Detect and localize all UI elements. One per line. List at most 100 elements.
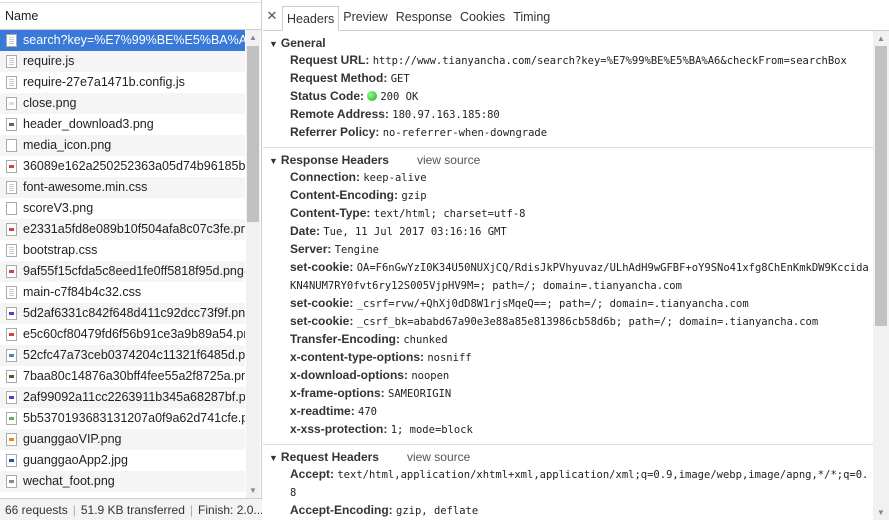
header-name: set-cookie:	[290, 296, 354, 310]
header-name: Content-Encoding:	[290, 188, 398, 202]
header-value: gzip	[401, 190, 427, 202]
triangle-down-icon[interactable]: ▼	[269, 39, 278, 49]
request-row[interactable]: 7baa80c14876a30bff4fee55a2f8725a.png.	[0, 366, 245, 387]
header-name: Connection:	[290, 170, 360, 184]
request-name: e5c60cf80479fd6f56b91ce3a9b89a54.png	[23, 327, 245, 341]
tab-response[interactable]: Response	[392, 5, 456, 30]
tab-timing[interactable]: Timing	[509, 5, 554, 30]
header-name: Request URL:	[290, 53, 370, 67]
header-name: Transfer-Encoding:	[290, 332, 401, 346]
header-name: Remote Address:	[290, 107, 389, 121]
header-value: noopen	[411, 370, 450, 382]
header-name: Content-Type:	[290, 206, 371, 220]
close-icon[interactable]: ✕	[263, 8, 281, 30]
header-name: x-readtime:	[290, 404, 355, 418]
header-row: Request Method: GET	[263, 70, 873, 88]
request-row[interactable]: wechat_foot.png	[0, 471, 245, 492]
request-name: 7baa80c14876a30bff4fee55a2f8725a.png.	[23, 369, 245, 383]
request-name: close.png	[23, 96, 77, 110]
section-header[interactable]: ▼ Response Headers view source	[263, 151, 873, 169]
header-row: set-cookie: _csrf=rvw/+QhXj0dD8W1rjsMqeQ…	[263, 295, 873, 313]
request-row[interactable]: search?key=%E7%99%BE%E5%BA%A6&checkFrom=…	[0, 30, 245, 51]
request-row[interactable]: font-awesome.min.css	[0, 177, 245, 198]
scroll-down-icon[interactable]: ▼	[249, 486, 257, 495]
request-list-scrollbar[interactable]: ▲ ▼	[246, 30, 260, 498]
scroll-up-icon[interactable]: ▲	[877, 34, 885, 43]
request-row[interactable]: close.png	[0, 93, 245, 114]
details-scrollbar[interactable]: ▲ ▼	[873, 31, 889, 520]
request-row[interactable]: guanggaoVIP.png	[0, 429, 245, 450]
status-dot-icon	[367, 91, 378, 101]
header-value: text/html,application/xhtml+xml,applicat…	[290, 469, 869, 499]
request-row[interactable]: 36089e162a250252363a05d74b96185b.png	[0, 156, 245, 177]
image-icon	[6, 454, 17, 467]
request-row[interactable]: 52cfc47a73ceb0374204c11321f6485d.png	[0, 345, 245, 366]
header-value: gzip, deflate	[396, 505, 479, 517]
image-icon	[6, 202, 17, 215]
scroll-down-icon[interactable]: ▼	[877, 508, 885, 517]
image-icon	[6, 433, 17, 446]
scrollbar-thumb[interactable]	[875, 46, 887, 326]
header-row: x-xss-protection: 1; mode=block	[263, 421, 873, 439]
header-row: x-download-options: noopen	[263, 367, 873, 385]
request-row[interactable]: header_download3.png	[0, 114, 245, 135]
request-row[interactable]: media_icon.png	[0, 135, 245, 156]
name-column-header[interactable]: Name	[0, 3, 261, 30]
request-row[interactable]: scoreV3.png	[0, 198, 245, 219]
request-name: media_icon.png	[23, 138, 112, 152]
request-row[interactable]: 2af99092a11cc2263911b345a68287bf.png	[0, 387, 245, 408]
section-title: General	[280, 36, 326, 50]
view-source-link[interactable]: view source	[417, 153, 480, 167]
request-row[interactable]: e5c60cf80479fd6f56b91ce3a9b89a54.png	[0, 324, 245, 345]
request-row[interactable]: require-27e7a1471b.config.js	[0, 72, 245, 93]
triangle-down-icon[interactable]: ▼	[269, 156, 278, 166]
header-row: Accept-Encoding: gzip, deflate	[263, 502, 873, 520]
section-header[interactable]: ▼ Request Headers view source	[263, 448, 873, 466]
header-value: 200 OK	[380, 91, 419, 103]
request-row[interactable]: main-c7f84b4c32.css	[0, 282, 245, 303]
image-icon	[6, 139, 17, 152]
header-name: Accept:	[290, 467, 335, 481]
section-header[interactable]: ▼ General	[263, 34, 873, 52]
image-icon	[6, 328, 17, 341]
request-row[interactable]: guanggaoApp2.jpg	[0, 450, 245, 471]
image-icon	[6, 160, 17, 173]
transferred-size: 51.9 KB transferred	[80, 503, 185, 517]
request-row[interactable]: require.js	[0, 51, 245, 72]
header-row: Transfer-Encoding: chunked	[263, 331, 873, 349]
tab-headers[interactable]: Headers	[282, 6, 340, 31]
header-name: x-xss-protection:	[290, 422, 388, 436]
document-icon	[6, 76, 17, 89]
header-row: Connection: keep-alive	[263, 169, 873, 187]
request-row[interactable]: 5d2af6331c842f648d411c92dcc73f9f.png.	[0, 303, 245, 324]
view-source-link[interactable]: view source	[407, 450, 470, 464]
request-row[interactable]: 5b5370193683131207a0f9a62d741cfe.png	[0, 408, 245, 429]
header-value: 1; mode=block	[390, 424, 473, 436]
header-value: _csrf=rvw/+QhXj0dD8W1rjsMqeQ==; path=/; …	[356, 298, 749, 310]
image-icon	[6, 223, 17, 236]
header-name: Referrer Policy:	[290, 125, 380, 139]
header-name: Server:	[290, 242, 332, 256]
header-row: Request URL: http://www.tianyancha.com/s…	[263, 52, 873, 70]
header-value: Tengine	[334, 244, 379, 256]
header-value: OA=F6nGwYzI0K34U50NUXjCQ/RdisJkPVhyuvaz/…	[290, 262, 869, 292]
request-row[interactable]: 9af55f15cfda5c8eed1fe0ff5818f95d.png@	[0, 261, 245, 282]
request-name: require-27e7a1471b.config.js	[23, 75, 185, 89]
request-name: search?key=%E7%99%BE%E5%BA%A6&checkFrom=…	[23, 33, 245, 47]
header-value: GET	[390, 73, 410, 85]
scrollbar-thumb[interactable]	[247, 46, 259, 222]
section-response: ▼ Response Headers view source Connection: …	[263, 148, 873, 445]
header-row: Referrer Policy: no-referrer-when-downgr…	[263, 124, 873, 142]
tab-cookies[interactable]: Cookies	[456, 5, 509, 30]
scroll-up-icon[interactable]: ▲	[249, 33, 257, 42]
tab-preview[interactable]: Preview	[339, 5, 391, 30]
request-list-panel: Name search?key=%E7%99%BE%E5%BA%A6&check…	[0, 0, 262, 520]
request-name: guanggaoVIP.png	[23, 432, 122, 446]
header-value: SAMEORIGIN	[388, 388, 452, 400]
request-row[interactable]: e2331a5fd8e089b10f504afa8c07c3fe.png.	[0, 219, 245, 240]
request-name: guanggaoApp2.jpg	[23, 453, 128, 467]
document-icon	[6, 286, 17, 299]
section-title: Response Headers	[280, 153, 389, 167]
request-row[interactable]: bootstrap.css	[0, 240, 245, 261]
triangle-down-icon[interactable]: ▼	[269, 453, 278, 463]
